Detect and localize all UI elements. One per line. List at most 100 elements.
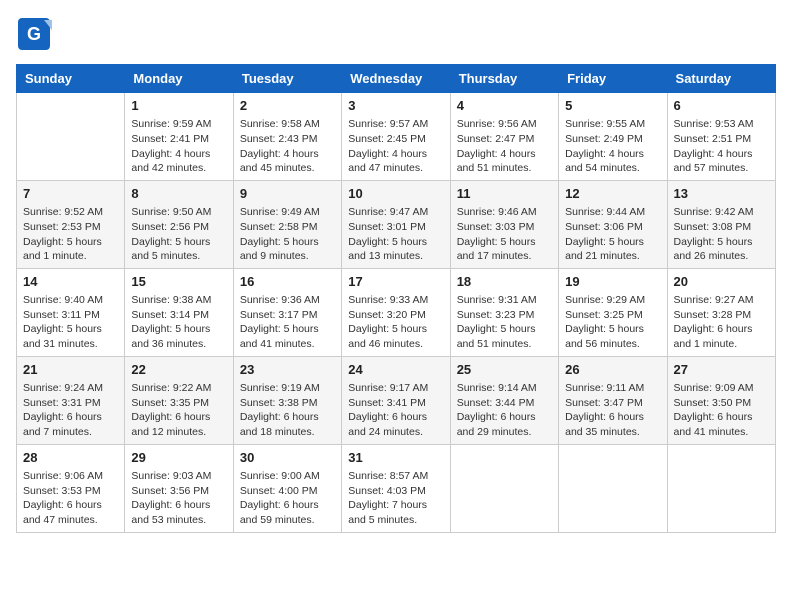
calendar-cell: 4 Sunrise: 9:56 AM Sunset: 2:47 PM Daylig… [450,93,558,181]
day-number: 3 [348,97,443,115]
calendar-cell: 28 Sunrise: 9:06 AM Sunset: 3:53 PM Dayli… [17,444,125,532]
calendar-cell: 15 Sunrise: 9:38 AM Sunset: 3:14 PM Dayli… [125,268,233,356]
calendar-cell: 11 Sunrise: 9:46 AM Sunset: 3:03 PM Dayli… [450,180,558,268]
column-header-tuesday: Tuesday [233,65,341,93]
day-number: 20 [674,273,769,291]
day-info: Sunrise: 9:38 AM Sunset: 3:14 PM Dayligh… [131,293,226,352]
day-info: Sunrise: 9:47 AM Sunset: 3:01 PM Dayligh… [348,205,443,264]
calendar-cell: 7Sunrise: 9:52 AM Sunset: 2:53 PM Daylig… [17,180,125,268]
calendar-cell: 24Sunrise: 9:17 AM Sunset: 3:41 PM Dayli… [342,356,450,444]
day-number: 28 [23,449,118,467]
column-header-sunday: Sunday [17,65,125,93]
day-number: 4 [457,97,552,115]
calendar-table: SundayMondayTuesdayWednesdayThursdayFrid… [16,64,776,533]
day-info: Sunrise: 9:31 AM Sunset: 3:23 PM Dayligh… [457,293,552,352]
calendar-cell: 9 Sunrise: 9:49 AM Sunset: 2:58 PM Daylig… [233,180,341,268]
calendar-cell [667,444,775,532]
calendar-week-0: 1 Sunrise: 9:59 AM Sunset: 2:41 PM Daylig… [17,93,776,181]
day-info: Sunrise: 9:40 AM Sunset: 3:11 PM Dayligh… [23,293,118,352]
day-number: 11 [457,185,552,203]
calendar-cell: 18 Sunrise: 9:31 AM Sunset: 3:23 PM Dayli… [450,268,558,356]
day-info: Sunrise: 9:59 AM Sunset: 2:41 PM Dayligh… [131,117,226,176]
calendar-cell: 17 Sunrise: 9:33 AM Sunset: 3:20 PM Dayli… [342,268,450,356]
calendar-header-row: SundayMondayTuesdayWednesdayThursdayFrid… [17,65,776,93]
calendar-cell: 8 Sunrise: 9:50 AM Sunset: 2:56 PM Daylig… [125,180,233,268]
day-info: Sunrise: 9:14 AM Sunset: 3:44 PM Dayligh… [457,381,552,440]
day-number: 22 [131,361,226,379]
day-info: Sunrise: 9:46 AM Sunset: 3:03 PM Dayligh… [457,205,552,264]
day-number: 13 [674,185,769,203]
day-number: 25 [457,361,552,379]
calendar-cell: 5 Sunrise: 9:55 AM Sunset: 2:49 PM Daylig… [559,93,667,181]
calendar-week-2: 14Sunrise: 9:40 AM Sunset: 3:11 PM Dayli… [17,268,776,356]
day-number: 21 [23,361,118,379]
day-info: Sunrise: 9:33 AM Sunset: 3:20 PM Dayligh… [348,293,443,352]
day-info: Sunrise: 9:49 AM Sunset: 2:58 PM Dayligh… [240,205,335,264]
calendar-cell: 26 Sunrise: 9:11 AM Sunset: 3:47 PM Dayli… [559,356,667,444]
day-info: Sunrise: 9:09 AM Sunset: 3:50 PM Dayligh… [674,381,769,440]
calendar-cell: 3 Sunrise: 9:57 AM Sunset: 2:45 PM Daylig… [342,93,450,181]
calendar-cell: 12Sunrise: 9:44 AM Sunset: 3:06 PM Dayli… [559,180,667,268]
column-header-monday: Monday [125,65,233,93]
day-info: Sunrise: 9:22 AM Sunset: 3:35 PM Dayligh… [131,381,226,440]
day-info: Sunrise: 9:56 AM Sunset: 2:47 PM Dayligh… [457,117,552,176]
day-number: 2 [240,97,335,115]
calendar-cell: 10Sunrise: 9:47 AM Sunset: 3:01 PM Dayli… [342,180,450,268]
calendar-cell: 16 Sunrise: 9:36 AM Sunset: 3:17 PM Dayli… [233,268,341,356]
calendar-cell: 27Sunrise: 9:09 AM Sunset: 3:50 PM Dayli… [667,356,775,444]
day-info: Sunrise: 9:53 AM Sunset: 2:51 PM Dayligh… [674,117,769,176]
day-number: 30 [240,449,335,467]
day-number: 5 [565,97,660,115]
calendar-cell: 19Sunrise: 9:29 AM Sunset: 3:25 PM Dayli… [559,268,667,356]
calendar-cell: 2 Sunrise: 9:58 AM Sunset: 2:43 PM Daylig… [233,93,341,181]
calendar-cell: 30Sunrise: 9:00 AM Sunset: 4:00 PM Dayli… [233,444,341,532]
day-number: 9 [240,185,335,203]
day-info: Sunrise: 9:11 AM Sunset: 3:47 PM Dayligh… [565,381,660,440]
day-number: 26 [565,361,660,379]
day-number: 15 [131,273,226,291]
day-number: 23 [240,361,335,379]
day-number: 29 [131,449,226,467]
day-info: Sunrise: 9:36 AM Sunset: 3:17 PM Dayligh… [240,293,335,352]
calendar-cell [17,93,125,181]
day-number: 17 [348,273,443,291]
day-number: 18 [457,273,552,291]
calendar-cell: 1 Sunrise: 9:59 AM Sunset: 2:41 PM Daylig… [125,93,233,181]
calendar-cell: 21 Sunrise: 9:24 AM Sunset: 3:31 PM Dayli… [17,356,125,444]
day-info: Sunrise: 9:57 AM Sunset: 2:45 PM Dayligh… [348,117,443,176]
calendar-week-3: 21 Sunrise: 9:24 AM Sunset: 3:31 PM Dayli… [17,356,776,444]
day-info: Sunrise: 9:03 AM Sunset: 3:56 PM Dayligh… [131,469,226,528]
calendar-cell: 22 Sunrise: 9:22 AM Sunset: 3:35 PM Dayli… [125,356,233,444]
day-number: 19 [565,273,660,291]
day-info: Sunrise: 8:57 AM Sunset: 4:03 PM Dayligh… [348,469,443,528]
day-info: Sunrise: 9:55 AM Sunset: 2:49 PM Dayligh… [565,117,660,176]
calendar-cell [450,444,558,532]
day-info: Sunrise: 9:42 AM Sunset: 3:08 PM Dayligh… [674,205,769,264]
calendar-cell: 23 Sunrise: 9:19 AM Sunset: 3:38 PM Dayli… [233,356,341,444]
day-info: Sunrise: 9:19 AM Sunset: 3:38 PM Dayligh… [240,381,335,440]
day-number: 31 [348,449,443,467]
day-number: 1 [131,97,226,115]
day-number: 12 [565,185,660,203]
day-info: Sunrise: 9:06 AM Sunset: 3:53 PM Dayligh… [23,469,118,528]
day-number: 8 [131,185,226,203]
calendar-cell: 13 Sunrise: 9:42 AM Sunset: 3:08 PM Dayli… [667,180,775,268]
day-info: Sunrise: 9:24 AM Sunset: 3:31 PM Dayligh… [23,381,118,440]
day-info: Sunrise: 9:52 AM Sunset: 2:53 PM Dayligh… [23,205,118,264]
logo-icon: G [16,16,52,52]
logo: G [16,16,56,52]
column-header-friday: Friday [559,65,667,93]
day-number: 24 [348,361,443,379]
calendar-cell: 25 Sunrise: 9:14 AM Sunset: 3:44 PM Dayli… [450,356,558,444]
svg-text:G: G [27,24,41,44]
calendar-week-4: 28 Sunrise: 9:06 AM Sunset: 3:53 PM Dayli… [17,444,776,532]
calendar-cell: 31 Sunrise: 8:57 AM Sunset: 4:03 PM Dayli… [342,444,450,532]
calendar-cell: 29 Sunrise: 9:03 AM Sunset: 3:56 PM Dayli… [125,444,233,532]
day-number: 6 [674,97,769,115]
calendar-cell [559,444,667,532]
day-info: Sunrise: 9:50 AM Sunset: 2:56 PM Dayligh… [131,205,226,264]
day-number: 16 [240,273,335,291]
day-info: Sunrise: 9:58 AM Sunset: 2:43 PM Dayligh… [240,117,335,176]
calendar-cell: 6 Sunrise: 9:53 AM Sunset: 2:51 PM Daylig… [667,93,775,181]
column-header-saturday: Saturday [667,65,775,93]
